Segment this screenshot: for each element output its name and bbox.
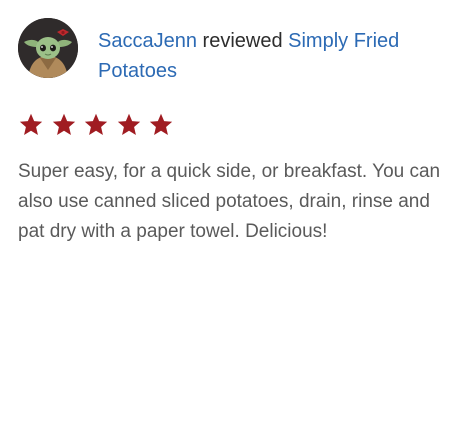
star-icon: [83, 112, 109, 138]
review-header: SaccaJenn reviewed Simply Fried Potatoes: [18, 18, 456, 86]
star-icon: [116, 112, 142, 138]
review-text: Super easy, for a quick side, or breakfa…: [18, 161, 441, 242]
star-rating: [18, 112, 456, 138]
baby-yoda-avatar-icon: [18, 18, 78, 78]
review-action-text: reviewed: [202, 30, 289, 52]
review-card: SaccaJenn reviewed Simply Fried Potatoes…: [0, 0, 474, 425]
star-icon: [51, 112, 77, 138]
avatar[interactable]: [18, 18, 78, 78]
author-link[interactable]: SaccaJenn: [98, 30, 197, 52]
star-icon: [18, 112, 44, 138]
star-icon: [148, 112, 174, 138]
review-title: SaccaJenn reviewed Simply Fried Potatoes: [98, 26, 456, 86]
